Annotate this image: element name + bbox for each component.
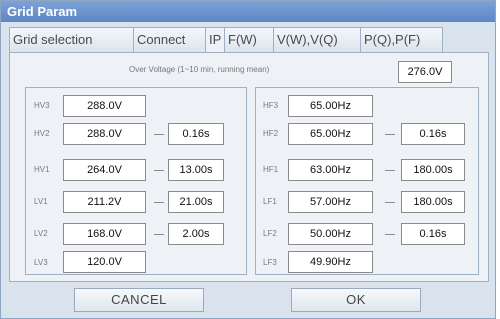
lv1-time-input[interactable]: 21.00s <box>168 191 224 213</box>
separator-dash <box>385 202 395 203</box>
hf1-frequency-input[interactable]: 63.00Hz <box>288 159 373 181</box>
tab-grid-selection[interactable]: Grid selection <box>9 27 134 53</box>
hf1-label: HF1 <box>263 165 279 174</box>
lv2-voltage-input[interactable]: 168.0V <box>63 223 146 245</box>
lv3-voltage-input[interactable]: 120.0V <box>63 251 146 273</box>
hv2-voltage-input[interactable]: 288.0V <box>63 123 146 145</box>
tab-ip[interactable]: IP <box>205 27 225 53</box>
hf3-label: HF3 <box>263 101 279 110</box>
lf1-time-input[interactable]: 180.00s <box>401 191 465 213</box>
hv2-time-input[interactable]: 0.16s <box>168 123 224 145</box>
hv1-label: HV1 <box>34 165 50 174</box>
lv2-time-input[interactable]: 2.00s <box>168 223 224 245</box>
hv1-voltage-input[interactable]: 264.0V <box>63 159 146 181</box>
hv2-label: HV2 <box>34 129 50 138</box>
lf2-frequency-input[interactable]: 50.00Hz <box>288 223 373 245</box>
separator-dash <box>385 234 395 235</box>
tab-bar: Grid selection Connect IP F(W) V(W),V(Q)… <box>9 27 443 53</box>
hf2-time-input[interactable]: 0.16s <box>401 123 465 145</box>
window-title: Grid Param <box>1 1 495 22</box>
lf2-time-input[interactable]: 0.16s <box>401 223 465 245</box>
hv3-voltage-input[interactable]: 288.0V <box>63 95 146 117</box>
ok-button[interactable]: OK <box>291 288 421 312</box>
tab-vw-vq[interactable]: V(W),V(Q) <box>273 27 361 53</box>
hf2-frequency-input[interactable]: 65.00Hz <box>288 123 373 145</box>
tab-fw[interactable]: F(W) <box>224 27 274 53</box>
lv2-label: LV2 <box>34 229 48 238</box>
hf2-label: HF2 <box>263 129 279 138</box>
hf1-time-input[interactable]: 180.00s <box>401 159 465 181</box>
over-voltage-label: Over Voltage (1~10 min, running mean) <box>129 65 270 74</box>
tab-connect[interactable]: Connect <box>133 27 206 53</box>
grid-param-dialog: Grid Param Grid selection Connect IP F(W… <box>0 0 496 319</box>
over-voltage-input[interactable]: 276.0V <box>398 61 452 83</box>
lf3-label: LF3 <box>263 258 277 267</box>
cancel-button[interactable]: CANCEL <box>74 288 204 312</box>
tab-pq-pf[interactable]: P(Q),P(F) <box>360 27 443 53</box>
separator-dash <box>385 170 395 171</box>
hv1-time-input[interactable]: 13.00s <box>168 159 224 181</box>
separator-dash <box>385 134 395 135</box>
lv3-label: LV3 <box>34 258 48 267</box>
separator-dash <box>154 202 164 203</box>
lf2-label: LF2 <box>263 229 277 238</box>
lv1-voltage-input[interactable]: 211.2V <box>63 191 146 213</box>
lf1-frequency-input[interactable]: 57.00Hz <box>288 191 373 213</box>
separator-dash <box>154 234 164 235</box>
lv1-label: LV1 <box>34 197 48 206</box>
separator-dash <box>154 170 164 171</box>
hv3-label: HV3 <box>34 101 50 110</box>
lf3-frequency-input[interactable]: 49.90Hz <box>288 251 373 273</box>
lf1-label: LF1 <box>263 197 277 206</box>
separator-dash <box>154 134 164 135</box>
hf3-frequency-input[interactable]: 65.00Hz <box>288 95 373 117</box>
